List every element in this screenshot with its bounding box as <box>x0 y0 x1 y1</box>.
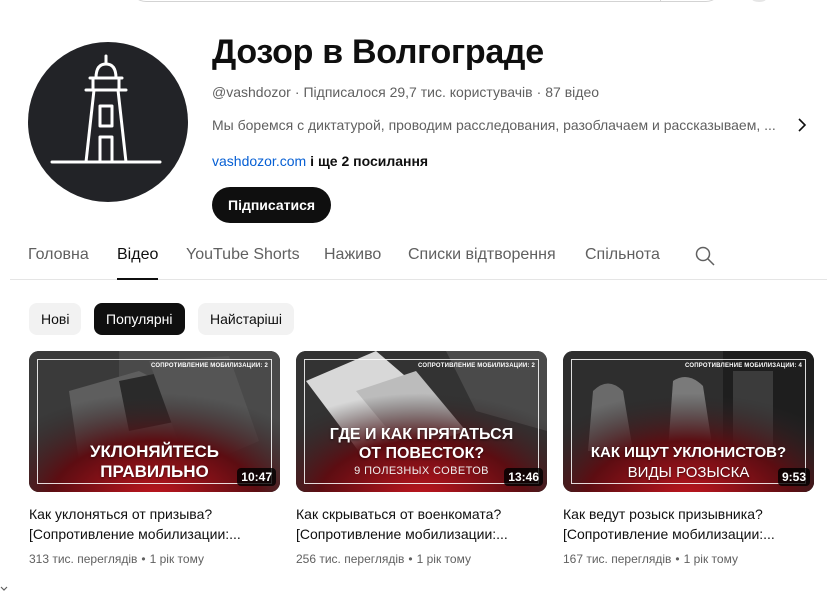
channel-description[interactable]: Мы боремся с диктатурой, проводим рассле… <box>212 115 812 135</box>
thumbnail-title-line2: ВИДЫ РОЗЫСКА <box>627 464 750 481</box>
subscriber-count: Підписалося 29,7 тис. користувачів <box>303 84 533 100</box>
video-thumbnail[interactable]: СОПРОТИВЛЕНИЕ МОБИЛИЗАЦИИ: 2 УКЛОНЯЙТЕСЬ… <box>29 351 280 492</box>
video-count: 87 відео <box>545 84 600 100</box>
video-card[interactable]: СОПРОТИВЛЕНИЕ МОБИЛИЗАЦИИ: 2 УКЛОНЯЙТЕСЬ… <box>29 351 280 568</box>
channel-meta: @vashdozor · Підписалося 29,7 тис. користу… <box>212 84 600 100</box>
channel-header: Дозор в Волгограде @vashdozor · Підписалос… <box>28 33 808 223</box>
search-icon[interactable] <box>695 246 715 266</box>
video-age: 1 рік тому <box>683 552 738 566</box>
chip-oldest[interactable]: Найстаріші <box>198 303 294 335</box>
video-views: 167 тис. переглядів <box>563 552 672 566</box>
video-title[interactable]: Как уклоняться от призыва? [Сопротивлени… <box>29 504 280 544</box>
top-right-icon[interactable] <box>752 0 766 2</box>
tab-live[interactable]: Наживо <box>324 246 381 280</box>
thumbnail-title-line1: УКЛОНЯЙТЕСЬ <box>89 442 220 461</box>
thumbnail-series-tag: СОПРОТИВЛЕНИЕ МОБИЛИЗАЦИИ: 2 <box>151 363 268 369</box>
video-meta: 256 тис. переглядів • 1 рік тому <box>296 552 471 566</box>
channel-links: vashdozor.com і ще 2 посилання <box>212 151 812 171</box>
thumbnail-series-tag: СОПРОТИВЛЕНИЕ МОБИЛИЗАЦИИ: 4 <box>685 363 802 369</box>
video-title[interactable]: Как ведут розыск призывника? [Сопротивле… <box>563 504 814 544</box>
chevron-down-icon[interactable] <box>0 585 8 593</box>
video-meta: 313 тис. переглядів • 1 рік тому <box>29 552 204 566</box>
channel-info: Дозор в Волгограде @vashdozor · Підписалос… <box>212 30 812 223</box>
thumbnail-title-line1: КАК ИЩУТ УКЛОНИСТОВ? <box>590 444 787 461</box>
video-duration: 13:46 <box>504 468 543 486</box>
description-text[interactable]: Мы боремся с диктатурой, проводим рассле… <box>212 115 786 135</box>
channel-avatar[interactable] <box>28 42 188 202</box>
chevron-right-icon[interactable] <box>794 117 810 133</box>
more-links-button[interactable]: і ще 2 посилання <box>310 153 428 169</box>
video-title[interactable]: Как скрываться от военкомата? [Сопротивл… <box>296 504 547 544</box>
thumbnail-title-line2: ОТ ПОВЕСТОК? <box>358 445 485 462</box>
video-duration: 9:53 <box>777 468 810 486</box>
tab-shorts[interactable]: YouTube Shorts <box>186 246 300 280</box>
video-views: 256 тис. переглядів <box>296 552 405 566</box>
thumbnail-title-line1: ГДЕ И КАК ПРЯТАТЬСЯ <box>329 426 514 443</box>
video-age: 1 рік тому <box>149 552 204 566</box>
video-age: 1 рік тому <box>416 552 471 566</box>
chip-newest[interactable]: Нові <box>29 303 82 335</box>
video-thumbnail[interactable]: СОПРОТИВЛЕНИЕ МОБИЛИЗАЦИИ: 4 КАК ИЩУТ УК… <box>563 351 814 492</box>
video-card[interactable]: СОПРОТИВЛЕНИЕ МОБИЛИЗАЦИИ: 4 КАК ИЩУТ УК… <box>563 351 814 568</box>
video-duration: 10:47 <box>237 468 276 486</box>
tab-playlists[interactable]: Списки відтворення <box>408 246 556 280</box>
video-card[interactable]: СОПРОТИВЛЕНИЕ МОБИЛИЗАЦИИ: 2 ГДЕ И КАК П… <box>296 351 547 568</box>
top-search-button-edge[interactable] <box>660 0 722 2</box>
lighthouse-logo-icon <box>50 54 162 164</box>
tab-home[interactable]: Головна <box>28 246 89 280</box>
video-views: 313 тис. переглядів <box>29 552 138 566</box>
channel-handle: @vashdozor <box>212 84 291 100</box>
subscribe-button[interactable]: Підписатися <box>212 187 332 223</box>
tab-videos[interactable]: Відео <box>117 246 159 280</box>
top-search-bar-edge[interactable] <box>130 0 722 2</box>
video-meta: 167 тис. переглядів • 1 рік тому <box>563 552 738 566</box>
video-thumbnail[interactable]: СОПРОТИВЛЕНИЕ МОБИЛИЗАЦИИ: 2 ГДЕ И КАК П… <box>296 351 547 492</box>
channel-title: Дозор в Волгограде <box>212 33 544 71</box>
channel-tabs: Головна Відео YouTube Shorts Наживо Спис… <box>10 238 827 280</box>
channel-website-link[interactable]: vashdozor.com <box>212 153 306 169</box>
tab-community[interactable]: Спільнота <box>585 246 660 280</box>
chip-popular[interactable]: Популярні <box>94 303 185 335</box>
thumbnail-series-tag: СОПРОТИВЛЕНИЕ МОБИЛИЗАЦИИ: 2 <box>418 363 535 369</box>
